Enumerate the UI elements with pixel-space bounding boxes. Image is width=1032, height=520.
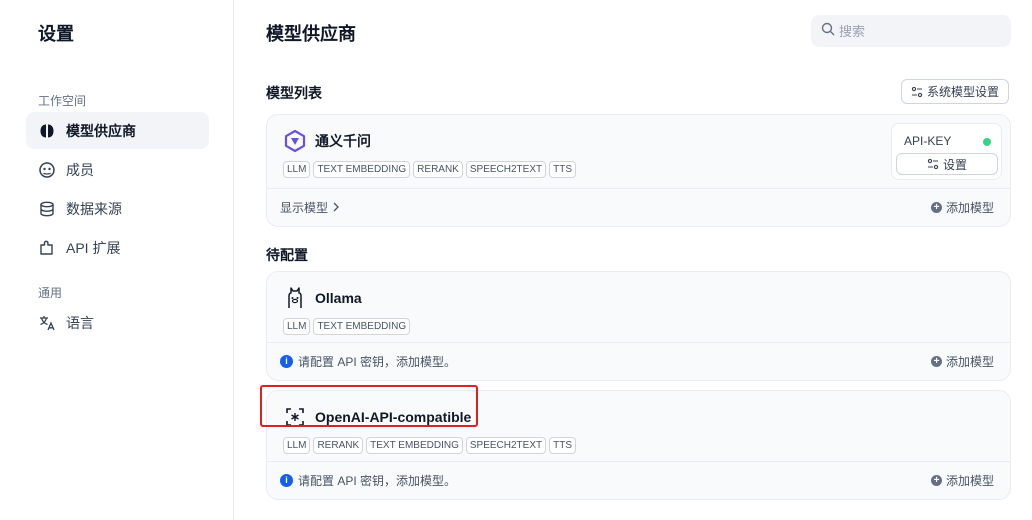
translate-icon [38, 314, 56, 332]
plus-circle-icon: + [930, 356, 942, 367]
members-icon [38, 161, 56, 179]
sidebar-item-label: 成员 [66, 161, 94, 178]
config-hint-text: 请配置 API 密钥，添加模型。 [298, 474, 457, 488]
add-model-button[interactable]: + 添加模型 [930, 199, 994, 216]
config-hint-text: 请配置 API 密钥，添加模型。 [298, 355, 457, 369]
settings-sliders-icon [911, 86, 923, 97]
sidebar-item-label: 数据来源 [66, 200, 122, 217]
api-key-label: API-KEY [904, 134, 952, 148]
sidebar-item-label: API 扩展 [66, 239, 121, 256]
add-model-label: 添加模型 [945, 355, 994, 369]
sidebar-item-language[interactable]: 语言 [26, 304, 209, 341]
sidebar-item-model-provider[interactable]: 模型供应商 [26, 112, 209, 149]
sidebar-item-api-extension[interactable]: API 扩展 [26, 229, 209, 266]
add-model-button[interactable]: + 添加模型 [930, 353, 994, 370]
tag: RERANK [413, 161, 463, 178]
sidebar-group-general: 通用 [38, 286, 63, 300]
provider-card-openai-compatible: OpenAI-API-compatible LLM RERANK TEXT EM… [266, 390, 1011, 500]
tag: TEXT EMBEDDING [313, 161, 411, 178]
provider-header: 通义千问 [283, 129, 371, 153]
tag: LLM [283, 437, 311, 454]
provider-settings-button[interactable]: 设置 [896, 153, 998, 175]
show-models-label: 显示模型 [280, 201, 329, 215]
api-key-panel: API-KEY 设置 [891, 123, 1002, 180]
model-type-tags: LLM TEXT EMBEDDING [283, 318, 411, 335]
provider-name: OpenAI-API-compatible [315, 409, 472, 425]
provider-card-ollama: Ollama LLM TEXT EMBEDDING i 请配置 API 密钥，添… [266, 271, 1011, 381]
model-type-tags: LLM RERANK TEXT EMBEDDING SPEECH2TEXT TT… [283, 437, 576, 454]
tag: TTS [549, 437, 576, 454]
pending-title: 待配置 [266, 247, 308, 263]
chevron-right-icon [332, 201, 340, 215]
openai-compatible-icon [283, 405, 307, 429]
config-hint: i 请配置 API 密钥，添加模型。 [280, 472, 456, 489]
provider-card-tongyi: 通义千问 LLM TEXT EMBEDDING RERANK SPEECH2TE… [266, 114, 1011, 227]
provider-header: Ollama [283, 286, 362, 310]
show-models-link[interactable]: 显示模型 [280, 199, 340, 216]
info-icon: i [280, 355, 293, 368]
plus-circle-icon: + [930, 202, 942, 213]
model-type-tags: LLM TEXT EMBEDDING RERANK SPEECH2TEXT TT… [283, 161, 576, 178]
llama-icon [283, 286, 307, 310]
provider-name: 通义千问 [315, 133, 371, 149]
sidebar-item-label: 语言 [66, 314, 94, 331]
add-model-label: 添加模型 [945, 474, 994, 488]
model-list-title: 模型列表 [266, 85, 322, 101]
plus-circle-icon: + [930, 475, 942, 486]
search-box[interactable] [811, 15, 1011, 47]
database-icon [38, 200, 56, 218]
search-input[interactable] [839, 23, 999, 39]
tag: SPEECH2TEXT [465, 161, 547, 178]
sidebar-item-members[interactable]: 成员 [26, 151, 209, 188]
settings-sliders-icon [927, 158, 939, 170]
config-hint: i 请配置 API 密钥，添加模型。 [280, 353, 456, 370]
tag: LLM [283, 318, 311, 335]
tag: LLM [283, 161, 311, 178]
brain-icon [38, 122, 56, 140]
page-title: 模型供应商 [266, 24, 356, 44]
tag: SPEECH2TEXT [465, 437, 547, 454]
sidebar-title: 设置 [38, 24, 74, 44]
sidebar-group-workspace: 工作空间 [38, 94, 87, 108]
tag: TEXT EMBEDDING [313, 318, 411, 335]
info-icon: i [280, 474, 293, 487]
puzzle-icon [38, 239, 56, 257]
status-dot [983, 138, 991, 146]
sidebar-item-data-source[interactable]: 数据来源 [26, 190, 209, 227]
sidebar: 设置 工作空间 模型供应商 成员 数据来源 API 扩展 通用 语言 [0, 0, 234, 520]
add-model-label: 添加模型 [945, 201, 994, 215]
card-footer: i 请配置 API 密钥，添加模型。 + 添加模型 [267, 342, 1010, 380]
system-model-settings-label: 系统模型设置 [926, 85, 999, 99]
card-footer: i 请配置 API 密钥，添加模型。 + 添加模型 [267, 461, 1010, 499]
settings-label: 设置 [942, 157, 967, 172]
tag: RERANK [313, 437, 364, 454]
card-footer: 显示模型 + 添加模型 [267, 188, 1010, 226]
add-model-button[interactable]: + 添加模型 [930, 472, 994, 489]
tongyi-logo-icon [283, 129, 307, 153]
tag: TEXT EMBEDDING [366, 437, 463, 454]
provider-name: Ollama [315, 290, 362, 306]
system-model-settings-button[interactable]: 系统模型设置 [901, 79, 1009, 104]
search-icon [821, 22, 835, 41]
sidebar-item-label: 模型供应商 [66, 122, 136, 139]
provider-header: OpenAI-API-compatible [283, 405, 471, 429]
tag: TTS [549, 161, 576, 178]
